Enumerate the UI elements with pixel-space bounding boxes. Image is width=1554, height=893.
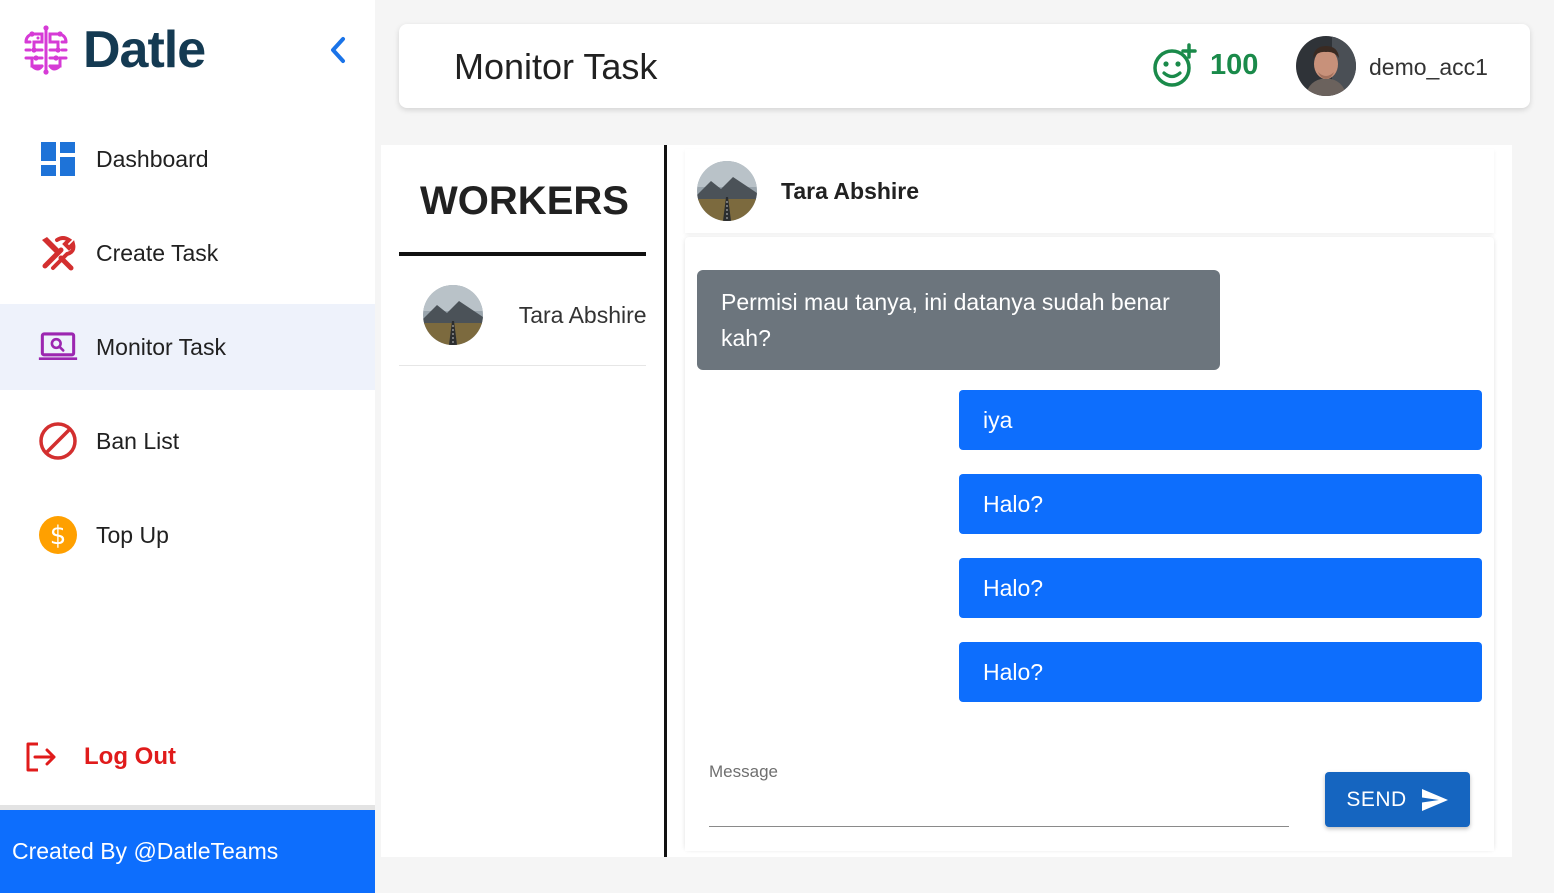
message-outgoing: Halo? [959, 474, 1482, 534]
message-label: Message [709, 762, 778, 781]
footer-credit: Created By @DatleTeams [12, 838, 279, 864]
sidebar-item-label: Create Task [96, 239, 219, 266]
sidebar-item-dashboard[interactable]: Dashboard [0, 116, 375, 202]
workers-panel: WORKERS Tara Abshire [381, 145, 664, 857]
dashboard-icon [38, 139, 78, 179]
username[interactable]: demo_acc1 [1369, 54, 1488, 81]
worker-name: Tara Abshire [518, 301, 646, 328]
dollar-coin-icon: $ [38, 515, 78, 555]
ban-icon [38, 421, 78, 461]
points-balance: 100 [1210, 49, 1259, 81]
sidebar-item-label: Ban List [96, 427, 180, 454]
sidebar: Datle Dashboard Create Task Monitor Task… [0, 0, 375, 893]
contact-name: Tara Abshire [781, 177, 920, 204]
message-outgoing: Halo? [959, 558, 1482, 618]
message-input[interactable] [709, 785, 1289, 827]
collapse-sidebar-button[interactable] [322, 34, 354, 66]
brand[interactable]: Datle [18, 20, 206, 80]
chat-panel: Tara Abshire Permisi mau tanya, ini data… [667, 145, 1512, 857]
workers-divider [399, 252, 646, 256]
worker-list-item[interactable]: Tara Abshire [399, 265, 646, 366]
message-composer: Message SEND [685, 757, 1494, 851]
sidebar-nav: Dashboard Create Task Monitor Task Ban L… [0, 116, 375, 586]
brand-name: Datle [83, 21, 206, 79]
message-outgoing: iya [959, 390, 1482, 450]
chat-header: Tara Abshire [685, 149, 1494, 233]
message-outgoing: Halo? [959, 642, 1482, 702]
worker-avatar [423, 285, 483, 345]
tools-icon [38, 233, 78, 273]
logout-button[interactable]: Log Out [24, 736, 176, 778]
sidebar-item-create-task[interactable]: Create Task [0, 210, 375, 296]
sidebar-item-ban-list[interactable]: Ban List [0, 398, 375, 484]
top-header: Monitor Task 100 demo_acc1 [399, 24, 1530, 108]
avatar[interactable] [1296, 36, 1356, 96]
smiley-plus-icon [1153, 43, 1197, 87]
brain-circuit-icon [24, 25, 68, 75]
send-label: SEND [1346, 787, 1407, 811]
sidebar-footer: Created By @DatleTeams [0, 810, 375, 893]
send-icon [1421, 788, 1448, 811]
laptop-search-icon [38, 327, 78, 367]
contact-avatar [697, 161, 757, 221]
page-title: Monitor Task [454, 46, 658, 87]
logout-label: Log Out [84, 743, 176, 770]
message-incoming: Permisi mau tanya, ini datanya sudah ben… [697, 270, 1220, 370]
sidebar-item-label: Top Up [96, 521, 169, 548]
send-button[interactable]: SEND [1325, 772, 1470, 827]
logout-icon [26, 742, 56, 772]
sidebar-item-label: Monitor Task [96, 333, 226, 360]
chevron-left-icon [331, 37, 345, 63]
sidebar-item-top-up[interactable]: $ Top Up [0, 492, 375, 578]
sidebar-item-monitor-task[interactable]: Monitor Task [0, 304, 375, 390]
svg-text:$: $ [50, 521, 67, 551]
sidebar-item-label: Dashboard [96, 145, 209, 172]
workers-title: WORKERS [420, 179, 629, 223]
